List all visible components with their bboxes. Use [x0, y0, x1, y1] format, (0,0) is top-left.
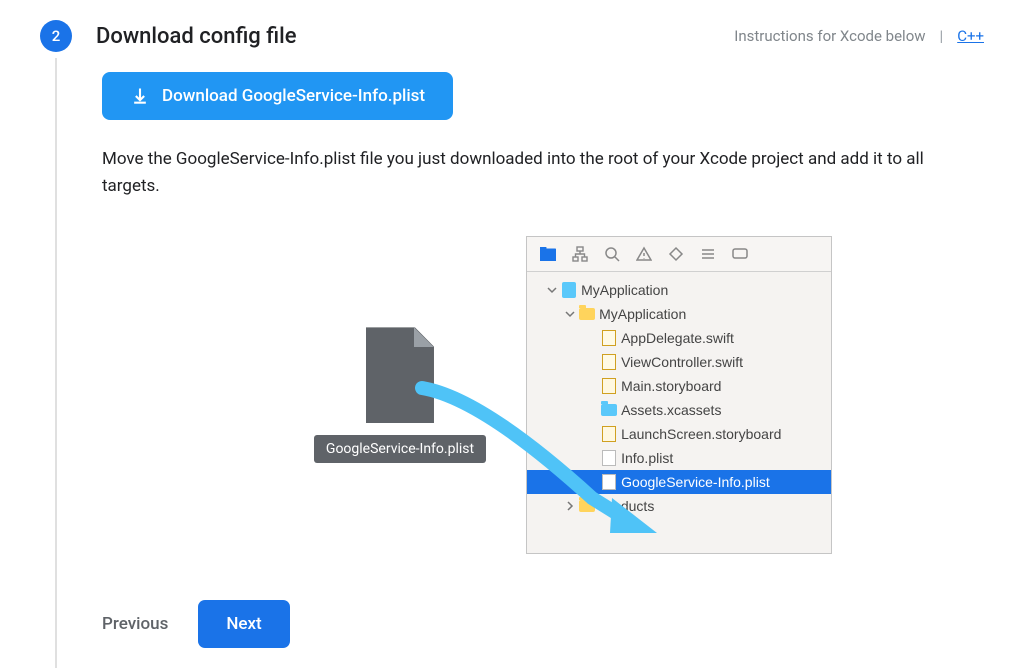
plist-file-icon [602, 474, 616, 490]
folder-nav-icon[interactable] [539, 245, 557, 263]
plist-file-block: GoogleService-Info.plist [314, 327, 486, 463]
diamond-icon[interactable] [667, 245, 685, 263]
search-icon[interactable] [603, 245, 621, 263]
tree-label: MyApplication [599, 306, 686, 322]
divider: | [940, 27, 944, 45]
step-header: 2 Download config file Instructions for … [40, 20, 984, 52]
tree-row-products[interactable]: Products [527, 494, 831, 518]
step-header-right: Instructions for Xcode below | C++ [734, 27, 984, 45]
step-title: Download config file [96, 24, 710, 49]
list-icon[interactable] [699, 245, 717, 263]
file-icon [366, 327, 434, 423]
download-config-button[interactable]: Download GoogleService-Info.plist [102, 72, 453, 120]
folder-icon [579, 500, 595, 512]
folder-icon [579, 308, 595, 320]
tree-row-launchscreen[interactable]: LaunchScreen.storyboard [527, 422, 831, 446]
xcode-navigator-panel: MyApplication MyApplication AppDelegate.… [526, 236, 832, 554]
warning-icon[interactable] [635, 245, 653, 263]
hierarchy-icon[interactable] [571, 245, 589, 263]
tree-row-infoplist[interactable]: Info.plist [527, 446, 831, 470]
tree-label: Info.plist [621, 450, 673, 466]
tree-row-mainstoryboard[interactable]: Main.storyboard [527, 374, 831, 398]
download-button-label: Download GoogleService-Info.plist [162, 86, 425, 106]
cpp-link[interactable]: C++ [957, 27, 984, 45]
tree-row-assets[interactable]: Assets.xcassets [527, 398, 831, 422]
disclosure-right-icon [565, 501, 575, 511]
project-icon [562, 282, 576, 298]
tree-label: GoogleService-Info.plist [621, 474, 770, 490]
tree-label: MyApplication [581, 282, 668, 298]
storyboard-file-icon [602, 426, 616, 442]
tree-label: ViewController.swift [621, 354, 743, 370]
tree-label: Main.storyboard [621, 378, 721, 394]
xcode-file-tree: MyApplication MyApplication AppDelegate.… [527, 272, 831, 524]
tree-label: LaunchScreen.storyboard [621, 426, 781, 442]
tree-row-project-root[interactable]: MyApplication [527, 278, 831, 302]
disclosure-down-icon [565, 309, 575, 319]
step-content: Download GoogleService-Info.plist Move t… [102, 72, 984, 648]
assets-folder-icon [601, 404, 617, 416]
step-container: 2 Download config file Instructions for … [0, 0, 1024, 668]
swift-file-icon [602, 354, 616, 370]
tree-label: AppDelegate.swift [621, 330, 734, 346]
previous-button[interactable]: Previous [102, 614, 168, 634]
tree-row-viewcontroller[interactable]: ViewController.swift [527, 350, 831, 374]
tree-label: Assets.xcassets [621, 402, 721, 418]
tree-row-folder[interactable]: MyApplication [527, 302, 831, 326]
tree-row-gsinfoplist-selected[interactable]: GoogleService-Info.plist [527, 470, 831, 494]
illustration-area: GoogleService-Info.plist [102, 230, 984, 560]
swift-file-icon [602, 330, 616, 346]
disclosure-down-icon [547, 285, 557, 295]
tree-label: Products [599, 498, 654, 514]
step-connector-line [55, 58, 57, 668]
step-actions: Previous Next [102, 600, 984, 648]
xcode-toolbar [527, 237, 831, 272]
plist-file-icon [602, 450, 616, 466]
tree-row-appdelegate[interactable]: AppDelegate.swift [527, 326, 831, 350]
instructions-text: Instructions for Xcode below [734, 27, 925, 45]
chat-icon[interactable] [731, 245, 749, 263]
step-number-badge: 2 [40, 20, 72, 52]
step-description: Move the GoogleService-Info.plist file y… [102, 146, 962, 200]
download-icon [130, 86, 150, 106]
file-label: GoogleService-Info.plist [314, 435, 486, 463]
next-button[interactable]: Next [198, 600, 289, 648]
storyboard-file-icon [602, 378, 616, 394]
